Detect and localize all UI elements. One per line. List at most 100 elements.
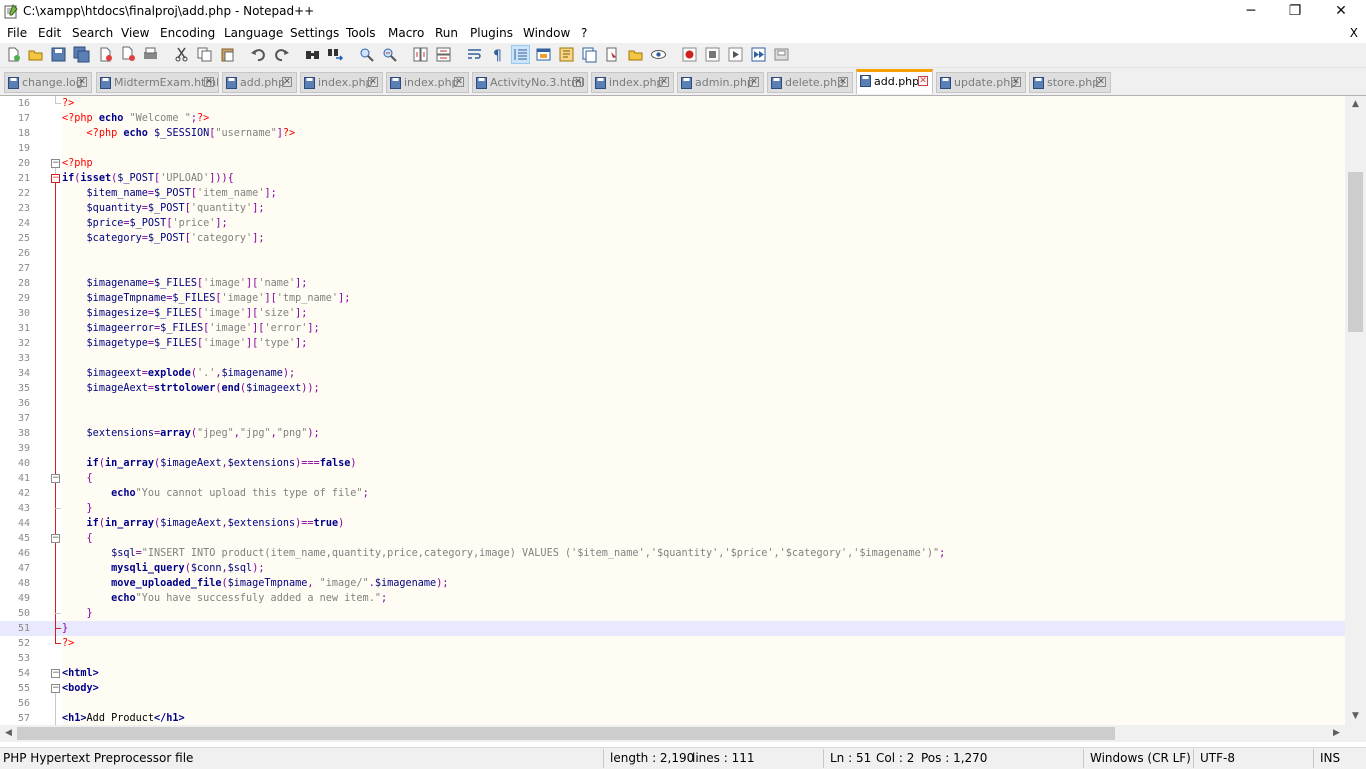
code-line[interactable]: 20 <?php: [0, 156, 1345, 171]
tab-close-icon[interactable]: ✕: [1011, 77, 1021, 87]
menu-run[interactable]: Run: [435, 26, 458, 40]
scroll-left-icon[interactable]: ◀: [0, 725, 17, 742]
code-line[interactable]: 18 <?php echo $_SESSION["username"]?>: [0, 126, 1345, 141]
save-macro-icon[interactable]: [773, 46, 790, 63]
run-macro-multiple-icon[interactable]: [750, 46, 767, 63]
horizontal-scrollbar[interactable]: ◀ ▶: [0, 725, 1345, 742]
tab-close-icon[interactable]: ✕: [77, 77, 87, 87]
save-icon[interactable]: [50, 46, 67, 63]
code-line[interactable]: 52 ?>: [0, 636, 1345, 651]
menu-tools[interactable]: Tools: [346, 26, 376, 40]
tab-close-icon[interactable]: ✕: [659, 77, 669, 87]
code-editor[interactable]: 16 ?> 17 <?php echo "Welcome ";?> 18 <?php e…: [0, 96, 1345, 725]
code-line[interactable]: 22 $item_name=$_POST['item_name'];: [0, 186, 1345, 201]
fold-toggle-icon[interactable]: −: [51, 669, 60, 678]
menu-file[interactable]: File: [7, 26, 27, 40]
scroll-right-icon[interactable]: ▶: [1328, 725, 1345, 742]
horizontal-scroll-thumb[interactable]: [17, 727, 1115, 740]
code-line[interactable]: 54 <html>: [0, 666, 1345, 681]
function-list-icon[interactable]: [581, 46, 598, 63]
scroll-down-icon[interactable]: ▼: [1345, 708, 1366, 725]
code-line[interactable]: 41 {: [0, 471, 1345, 486]
play-macro-icon[interactable]: [727, 46, 744, 63]
code-line[interactable]: 30 $imagesize=$_FILES['image']['size'];: [0, 306, 1345, 321]
new-file-icon[interactable]: [5, 46, 22, 63]
folder-open-icon[interactable]: [627, 46, 644, 63]
code-line[interactable]: 50 }: [0, 606, 1345, 621]
redo-icon[interactable]: [273, 46, 290, 63]
tab-index-php-3[interactable]: index.php ✕: [591, 72, 674, 93]
tab-update-php[interactable]: update.php ✕: [936, 72, 1026, 93]
zoom-in-icon[interactable]: [358, 46, 375, 63]
code-line[interactable]: 40 if(in_array($imageAext,$extensions)==…: [0, 456, 1345, 471]
tab-admin-php[interactable]: admin.php ✕: [677, 72, 764, 93]
cut-icon[interactable]: [173, 46, 190, 63]
code-line[interactable]: 48 move_uploaded_file($imageTmpname, "im…: [0, 576, 1345, 591]
code-line[interactable]: 39: [0, 441, 1345, 456]
code-line[interactable]: 57 <h1>Add Product</h1>: [0, 711, 1345, 725]
code-line[interactable]: 42 echo"You cannot upload this type of f…: [0, 486, 1345, 501]
code-line[interactable]: 43 }: [0, 501, 1345, 516]
tab-delete-php[interactable]: delete.php ✕: [767, 72, 853, 93]
menu-plugins[interactable]: Plugins: [470, 26, 513, 40]
menu-macro[interactable]: Macro: [388, 26, 424, 40]
fold-toggle-icon[interactable]: −: [51, 159, 60, 168]
code-line[interactable]: 16 ?>: [0, 96, 1345, 111]
code-line[interactable]: 47 mysqli_query($conn,$sql);: [0, 561, 1345, 576]
stop-record-icon[interactable]: [704, 46, 721, 63]
code-line[interactable]: 17 <?php echo "Welcome ";?>: [0, 111, 1345, 126]
code-line[interactable]: 33: [0, 351, 1345, 366]
close-all-icon[interactable]: [120, 46, 137, 63]
code-line[interactable]: 56: [0, 696, 1345, 711]
code-line[interactable]: 35 $imageAext=strtolower(end($imageext))…: [0, 381, 1345, 396]
undo-icon[interactable]: [250, 46, 267, 63]
tab-close-icon[interactable]: ✕: [918, 76, 928, 86]
sync-h-icon[interactable]: [435, 46, 452, 63]
word-wrap-icon[interactable]: [466, 46, 483, 63]
tab-index-php-1[interactable]: index.php ✕: [300, 72, 383, 93]
tab-close-icon[interactable]: ✕: [204, 77, 214, 87]
code-line[interactable]: 31 $imageerror=$_FILES['image']['error']…: [0, 321, 1345, 336]
code-line[interactable]: 53: [0, 651, 1345, 666]
lang-udf-icon[interactable]: [535, 46, 552, 63]
vertical-scroll-thumb[interactable]: [1348, 172, 1363, 332]
tab-close-icon[interactable]: ✕: [573, 77, 583, 87]
code-line[interactable]: 24 $price=$_POST['price'];: [0, 216, 1345, 231]
tab-activityno3-html[interactable]: ActivityNo.3.html ✕: [472, 72, 588, 93]
code-line[interactable]: 23 $quantity=$_POST['quantity'];: [0, 201, 1345, 216]
close-icon[interactable]: [97, 46, 114, 63]
code-line[interactable]: 49 echo"You have successfuly added a new…: [0, 591, 1345, 606]
tab-close-icon[interactable]: ✕: [454, 77, 464, 87]
maximize-button[interactable]: ❐: [1272, 0, 1318, 24]
minimize-button[interactable]: ─: [1228, 0, 1274, 24]
tab-change-log[interactable]: change.log ✕: [4, 72, 92, 93]
code-line[interactable]: 51}: [0, 621, 1345, 636]
tab-close-icon[interactable]: ✕: [749, 77, 759, 87]
code-line[interactable]: 27: [0, 261, 1345, 276]
tab-close-icon[interactable]: ✕: [838, 77, 848, 87]
print-icon[interactable]: [142, 46, 159, 63]
menu-language[interactable]: Language: [224, 26, 283, 40]
vertical-scrollbar[interactable]: ▲ ▼: [1345, 96, 1366, 725]
code-line[interactable]: 38 $extensions=array("jpeg","jpg","png")…: [0, 426, 1345, 441]
sync-v-icon[interactable]: [412, 46, 429, 63]
scroll-up-icon[interactable]: ▲: [1345, 96, 1366, 113]
status-insert-mode[interactable]: INS: [1320, 751, 1340, 765]
code-line[interactable]: 44 if(in_array($imageAext,$extensions)==…: [0, 516, 1345, 531]
paste-icon[interactable]: [219, 46, 236, 63]
fold-toggle-icon[interactable]: −: [51, 474, 60, 483]
code-line[interactable]: 26: [0, 246, 1345, 261]
fold-toggle-icon[interactable]: −: [51, 534, 60, 543]
code-line[interactable]: 45 {: [0, 531, 1345, 546]
tab-midtermexam-html[interactable]: MidtermExam.html ✕: [96, 72, 219, 93]
tab-store-php[interactable]: store.php ✕: [1029, 72, 1111, 93]
open-file-icon[interactable]: [27, 46, 44, 63]
status-encoding[interactable]: UTF-8: [1200, 751, 1235, 765]
menu-window[interactable]: Window: [523, 26, 570, 40]
status-eol[interactable]: Windows (CR LF): [1090, 751, 1191, 765]
find-icon[interactable]: [304, 46, 321, 63]
tab-close-icon[interactable]: ✕: [1096, 77, 1106, 87]
tab-index-php-2[interactable]: index.php ✕: [386, 72, 469, 93]
save-all-icon[interactable]: [73, 46, 90, 63]
close-document-button[interactable]: X: [1350, 26, 1358, 40]
